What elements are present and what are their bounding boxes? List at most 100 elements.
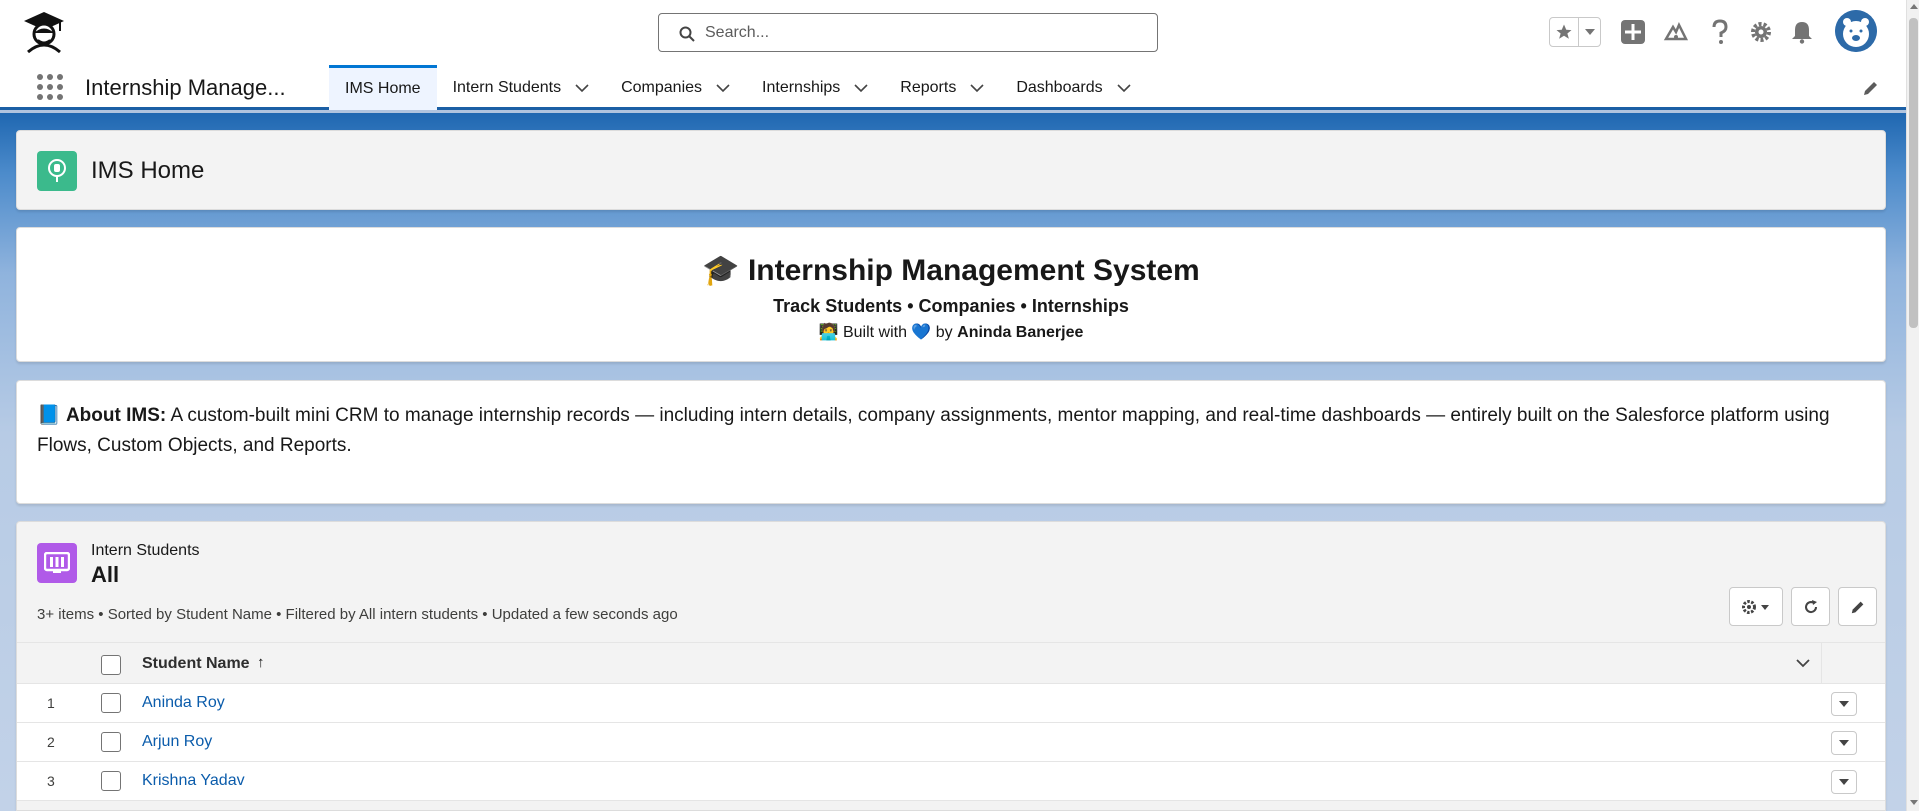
caret-down-icon bbox=[1839, 779, 1849, 785]
global-actions-button[interactable] bbox=[1619, 18, 1647, 46]
row-actions-button[interactable] bbox=[1831, 731, 1857, 755]
tab-label: Dashboards bbox=[1016, 78, 1103, 96]
table-row: 3 Krishna Yadav bbox=[17, 762, 1885, 801]
chevron-down-icon[interactable] bbox=[970, 83, 984, 93]
about-description: A custom-built mini CRM to manage intern… bbox=[37, 405, 1830, 456]
ims-banner: 🎓 Internship Management System Track Stu… bbox=[16, 227, 1886, 362]
intern-students-object-icon bbox=[37, 543, 77, 583]
chevron-down-icon[interactable] bbox=[716, 83, 730, 93]
help-icon bbox=[1712, 19, 1728, 44]
inline-edit-button[interactable] bbox=[1838, 587, 1877, 626]
tab-intern-students[interactable]: Intern Students bbox=[437, 65, 606, 110]
book-emoji: 📘 bbox=[37, 405, 61, 426]
row-actions-button[interactable] bbox=[1831, 770, 1857, 794]
list-view-controls bbox=[1721, 587, 1877, 626]
favorites-menu-button[interactable] bbox=[1579, 18, 1600, 46]
tab-reports[interactable]: Reports bbox=[884, 65, 1000, 110]
app-nav-bar: Internship Manage... IMS Home Intern Stu… bbox=[0, 65, 1919, 110]
gear-icon bbox=[1751, 22, 1771, 42]
app-name: Internship Manage... bbox=[85, 75, 286, 100]
banner-subtitle: Track Students • Companies • Internships bbox=[773, 296, 1129, 316]
trailhead-icon bbox=[1663, 22, 1689, 41]
nav-tabs: IMS Home Intern Students Companies Inter… bbox=[329, 65, 1147, 110]
pencil-icon bbox=[1851, 601, 1863, 613]
row-checkbox[interactable] bbox=[101, 732, 121, 752]
notifications-button[interactable] bbox=[1788, 18, 1816, 46]
student-name-link[interactable]: Krishna Yadav bbox=[142, 772, 245, 790]
credit-author: Aninda Banerjee bbox=[957, 324, 1084, 341]
global-header bbox=[0, 0, 1919, 65]
chevron-down-icon[interactable] bbox=[854, 83, 868, 93]
row-checkbox[interactable] bbox=[101, 693, 121, 713]
tab-label: Companies bbox=[621, 78, 703, 96]
list-meta-info: 3+ items • Sorted by Student Name • Filt… bbox=[37, 606, 678, 623]
scroll-down-icon[interactable] bbox=[1910, 800, 1918, 805]
tab-label: Reports bbox=[900, 78, 957, 96]
row-number: 1 bbox=[47, 695, 55, 711]
caret-down-icon bbox=[1839, 701, 1849, 707]
caret-down-icon bbox=[1584, 29, 1595, 35]
row-number: 2 bbox=[47, 734, 55, 750]
table-header: Student Name ↑ bbox=[17, 642, 1885, 685]
refresh-icon bbox=[1804, 599, 1817, 613]
trailhead-button[interactable] bbox=[1662, 18, 1690, 46]
pencil-icon bbox=[1864, 82, 1877, 95]
page-scrollbar[interactable] bbox=[1906, 0, 1919, 811]
about-label: About IMS: bbox=[65, 405, 167, 426]
select-all-checkbox[interactable] bbox=[101, 655, 121, 675]
app-launcher-button[interactable] bbox=[36, 73, 64, 101]
caret-down-icon bbox=[1839, 740, 1849, 746]
page-title: IMS Home bbox=[91, 157, 205, 184]
help-button[interactable] bbox=[1706, 18, 1734, 46]
banner-credit: 🧑‍💻 Built with 💙 by Aninda Banerjee bbox=[17, 322, 1885, 342]
row-number: 3 bbox=[47, 773, 55, 789]
graduation-logo-icon[interactable] bbox=[20, 8, 68, 56]
tab-label: Internships bbox=[762, 78, 841, 96]
tab-label: IMS Home bbox=[345, 80, 421, 97]
column-divider bbox=[1821, 643, 1822, 685]
refresh-button[interactable] bbox=[1791, 587, 1830, 626]
chevron-down-icon[interactable] bbox=[1795, 657, 1811, 669]
page-header: IMS Home bbox=[16, 130, 1886, 210]
edit-nav-button[interactable] bbox=[1862, 79, 1880, 97]
bell-icon bbox=[1792, 22, 1812, 44]
banner-title-text: Internship Management System bbox=[747, 254, 1200, 287]
credit-prefix: 🧑‍💻 Built with 💙 by bbox=[818, 324, 953, 341]
scroll-up-icon[interactable] bbox=[1910, 4, 1918, 9]
search-input[interactable] bbox=[705, 22, 1135, 44]
list-view-name[interactable]: All bbox=[91, 562, 119, 588]
about-card: 📘 About IMS: A custom-built mini CRM to … bbox=[16, 380, 1886, 504]
table-row: 1 Aninda Roy bbox=[17, 684, 1885, 723]
records-table: Student Name ↑ 1 Aninda Roy 2 Arjun Roy … bbox=[17, 642, 1885, 801]
home-page-icon bbox=[37, 151, 77, 191]
search-icon bbox=[679, 26, 695, 42]
star-icon bbox=[1556, 24, 1572, 39]
setup-button[interactable] bbox=[1747, 18, 1775, 46]
sort-ascending-icon: ↑ bbox=[257, 654, 265, 671]
gear-icon bbox=[1742, 599, 1769, 614]
table-row: 2 Arjun Roy bbox=[17, 723, 1885, 762]
row-checkbox[interactable] bbox=[101, 771, 121, 791]
tab-companies[interactable]: Companies bbox=[605, 65, 746, 110]
chevron-down-icon[interactable] bbox=[575, 83, 589, 93]
global-search[interactable] bbox=[658, 13, 1158, 52]
tab-ims-home[interactable]: IMS Home bbox=[329, 65, 437, 110]
favorites-star-button[interactable] bbox=[1550, 18, 1580, 46]
scroll-thumb[interactable] bbox=[1909, 18, 1918, 328]
list-object-name: Intern Students bbox=[91, 542, 200, 559]
tab-dashboards[interactable]: Dashboards bbox=[1000, 65, 1146, 110]
graduation-cap-emoji: 🎓 bbox=[702, 254, 740, 287]
column-header-student-name[interactable]: Student Name bbox=[142, 655, 250, 673]
waffle-icon bbox=[37, 74, 63, 100]
intern-students-list-view: Intern Students All 3+ items • Sorted by… bbox=[16, 521, 1886, 811]
student-name-link[interactable]: Arjun Roy bbox=[142, 733, 212, 751]
add-icon bbox=[1621, 20, 1645, 44]
favorites-group bbox=[1549, 17, 1601, 47]
user-avatar[interactable] bbox=[1835, 10, 1877, 52]
chevron-down-icon[interactable] bbox=[1117, 83, 1131, 93]
row-actions-button[interactable] bbox=[1831, 692, 1857, 716]
list-settings-button[interactable] bbox=[1729, 587, 1783, 626]
student-name-link[interactable]: Aninda Roy bbox=[142, 694, 225, 712]
tab-internships[interactable]: Internships bbox=[746, 65, 884, 110]
banner-title: 🎓 Internship Management System bbox=[17, 253, 1885, 288]
